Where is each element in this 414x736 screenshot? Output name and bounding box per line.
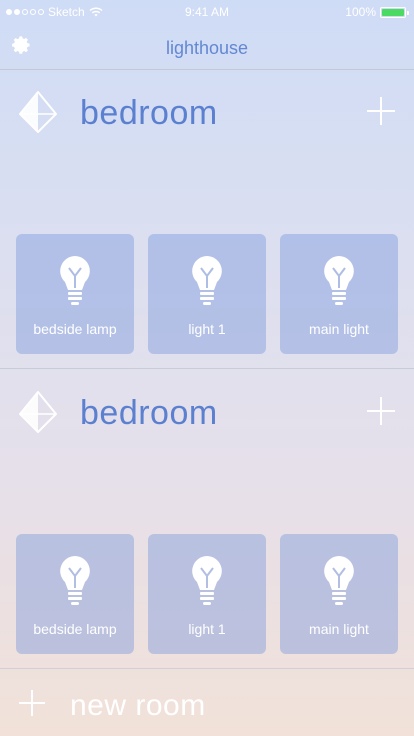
device-tile-bedside-lamp[interactable]: bedside lamp [16,534,134,654]
device-list: bedside lamp light 1 main light [16,534,398,654]
room-card[interactable]: bedroom bedside lamp light 1 main light [0,370,414,669]
status-bar: Sketch 9:41 AM 100% [0,0,414,24]
lightbulb-icon [324,256,354,305]
new-room-button[interactable]: new room [0,670,414,736]
status-right: 100% [345,5,409,19]
diamond-icon [19,391,57,433]
lightbulb-icon [60,256,90,305]
device-tile-light-1[interactable]: light 1 [148,534,266,654]
device-label: light 1 [188,621,226,637]
diamond-icon [19,91,57,133]
device-tile-main-light[interactable]: main light [280,234,398,354]
device-label: bedside lamp [33,321,117,337]
lightbulb-icon [192,556,222,605]
plus-icon[interactable] [366,96,396,126]
new-room-label: new room [70,689,206,722]
navigation-bar: lighthouse [0,24,414,70]
device-label: main light [309,621,369,637]
room-name: bedroom [80,394,218,432]
device-tile-bedside-lamp[interactable]: bedside lamp [16,234,134,354]
device-tile-light-1[interactable]: light 1 [148,234,266,354]
plus-icon[interactable] [366,396,396,426]
plus-icon [19,690,45,716]
room-card[interactable]: bedroom bedside lamp light 1 main light [0,70,414,369]
battery-percent: 100% [345,5,376,19]
device-label: main light [309,321,369,337]
battery-icon [380,6,409,18]
lightbulb-icon [324,556,354,605]
device-label: bedside lamp [33,621,117,637]
device-list: bedside lamp light 1 main light [16,234,398,354]
page-title: lighthouse [165,38,249,58]
lightbulb-icon [60,556,90,605]
device-tile-main-light[interactable]: main light [280,534,398,654]
room-name: bedroom [80,94,218,132]
lightbulb-icon [192,256,222,305]
device-label: light 1 [188,321,226,337]
